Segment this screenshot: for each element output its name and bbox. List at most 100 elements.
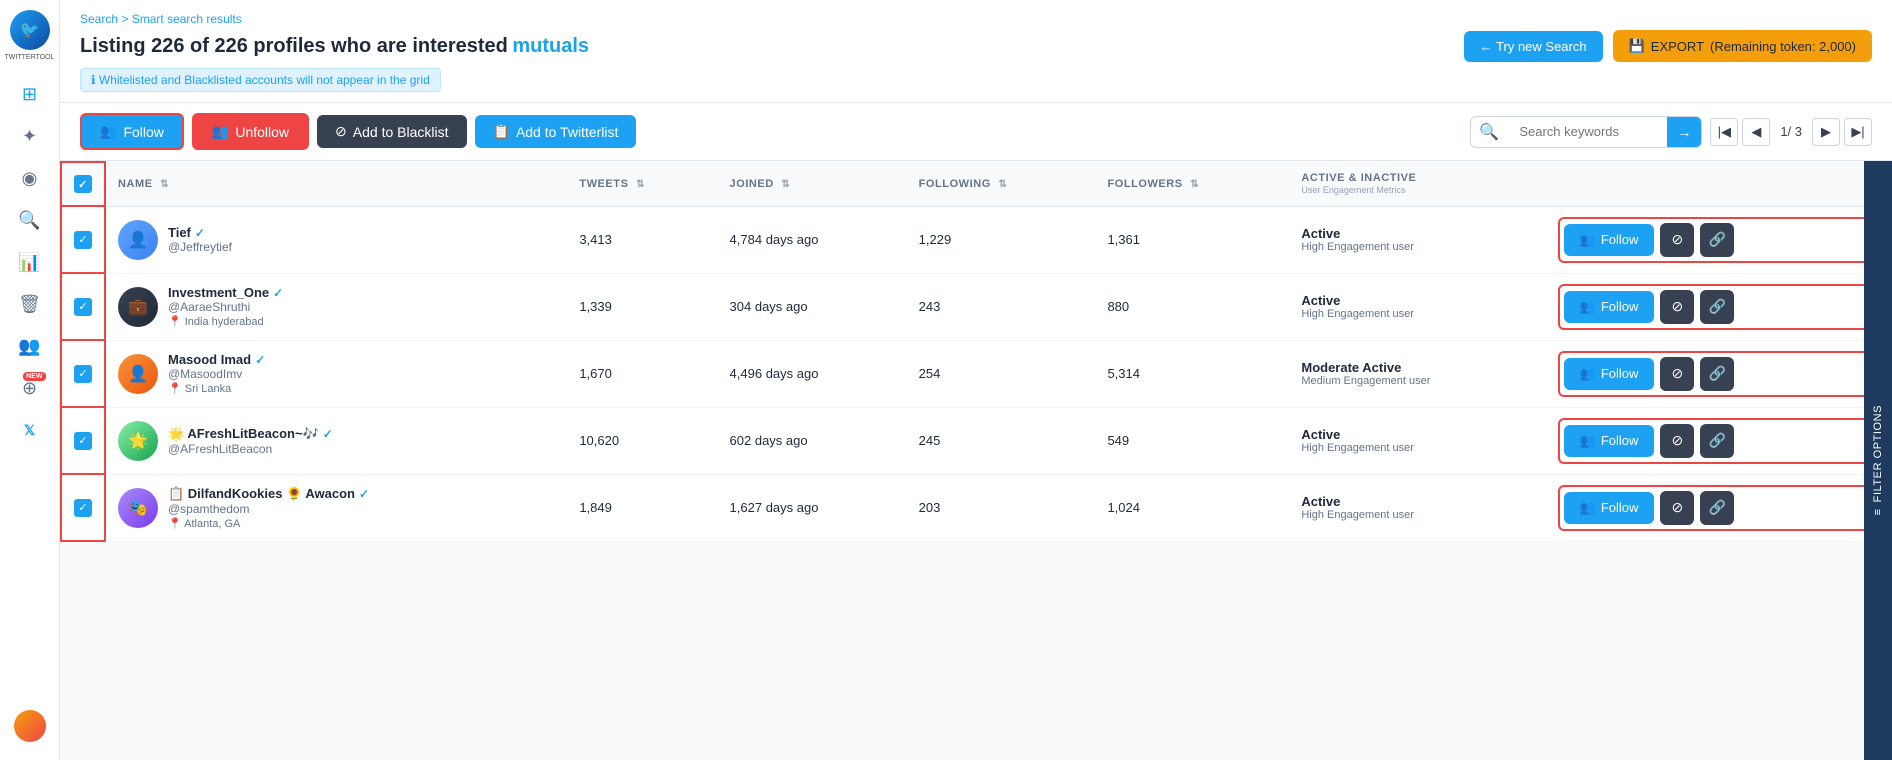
col-following: FOLLOWING ⇅ bbox=[907, 162, 1096, 206]
user-info: Masood Imad ✓ @MasoodImv 📍 Sri Lanka bbox=[168, 352, 265, 395]
export-label: EXPORT bbox=[1651, 39, 1704, 54]
select-all-checkbox[interactable]: ✓ bbox=[74, 175, 92, 193]
title-row: Listing 226 of 226 profiles who are inte… bbox=[80, 30, 1872, 62]
sidebar-item-analytics[interactable]: ◉ bbox=[12, 160, 48, 196]
bulk-unfollow-button[interactable]: 👥 Unfollow bbox=[192, 113, 309, 150]
filter-options-panel[interactable]: ≡ FILTER OPTIONS bbox=[1864, 161, 1892, 760]
row-following: 203 bbox=[907, 474, 1096, 541]
ban-button[interactable]: ⊘ bbox=[1660, 223, 1694, 257]
user-handle[interactable]: @MasoodImv bbox=[168, 367, 265, 381]
follow-button[interactable]: 👥 Follow bbox=[1564, 358, 1655, 390]
main-content: Search > Smart search results Listing 22… bbox=[60, 0, 1892, 760]
row-checkbox-cell: ✓ bbox=[61, 340, 105, 407]
page-first-button[interactable]: |◀ bbox=[1710, 118, 1738, 146]
sidebar-item-activity[interactable]: ⊕ NEW bbox=[12, 370, 48, 406]
row-actions-cell: 👥 Follow ⊘ 🔗 bbox=[1546, 474, 1892, 541]
row-followers: 880 bbox=[1095, 273, 1289, 340]
search-go-button[interactable]: → bbox=[1667, 117, 1701, 147]
header: Search > Smart search results Listing 22… bbox=[60, 0, 1892, 103]
bulk-blacklist-button[interactable]: ⊘ Add to Blacklist bbox=[317, 115, 466, 148]
user-name: Tief ✓ bbox=[168, 225, 232, 240]
user-name: Masood Imad ✓ bbox=[168, 352, 265, 367]
app-logo: 🐦 bbox=[10, 10, 50, 50]
page-next-button[interactable]: ▶ bbox=[1812, 118, 1840, 146]
bulk-follow-button[interactable]: 👥 Follow bbox=[80, 113, 184, 150]
row-joined: 602 days ago bbox=[718, 407, 907, 474]
follow-icon: 👥 bbox=[100, 123, 117, 140]
blacklist-icon: ⊘ bbox=[335, 123, 347, 140]
row-checkbox[interactable]: ✓ bbox=[74, 365, 92, 383]
breadcrumb: Search > Smart search results bbox=[80, 12, 1872, 26]
user-name: 🌟 AFreshLitBeacon~🎶 ✓ bbox=[168, 426, 333, 442]
page-title: Listing 226 of 226 profiles who are inte… bbox=[80, 35, 589, 58]
sort-arrows-followers[interactable]: ⇅ bbox=[1190, 179, 1199, 190]
row-activity: Active High Engagement user bbox=[1289, 407, 1545, 474]
search-input[interactable] bbox=[1507, 117, 1667, 146]
user-handle[interactable]: @Jeffreytief bbox=[168, 240, 232, 254]
sort-arrows-joined[interactable]: ⇅ bbox=[781, 179, 790, 190]
twitterlist-label: Add to Twitterlist bbox=[516, 124, 618, 140]
page-prev-button[interactable]: ◀ bbox=[1742, 118, 1770, 146]
unfollow-icon: 👥 bbox=[212, 123, 229, 140]
sidebar-item-twitter[interactable]: 𝕏 bbox=[12, 412, 48, 448]
sidebar-item-dashboard[interactable]: ⊞ bbox=[12, 76, 48, 112]
follow-button[interactable]: 👥 Follow bbox=[1564, 291, 1655, 323]
row-tweets: 1,670 bbox=[567, 340, 717, 407]
row-name-cell: 🌟 🌟 AFreshLitBeacon~🎶 ✓ @AFreshLitBeacon bbox=[105, 407, 567, 474]
sidebar-item-users[interactable]: 👥 bbox=[12, 328, 48, 364]
sidebar-item-network[interactable]: ✦ bbox=[12, 118, 48, 154]
user-avatar[interactable] bbox=[14, 710, 46, 742]
engagement-status: Active bbox=[1301, 293, 1533, 308]
ban-button[interactable]: ⊘ bbox=[1660, 424, 1694, 458]
user-info: Investment_One ✓ @AaraeShruthi 📍 India h… bbox=[168, 285, 283, 328]
user-handle[interactable]: @AaraeShruthi bbox=[168, 300, 283, 314]
row-checkbox[interactable]: ✓ bbox=[74, 298, 92, 316]
row-name-cell: 💼 Investment_One ✓ @AaraeShruthi 📍 India… bbox=[105, 273, 567, 340]
col-joined: JOINED ⇅ bbox=[718, 162, 907, 206]
follow-button[interactable]: 👥 Follow bbox=[1564, 492, 1655, 524]
link-button[interactable]: 🔗 bbox=[1700, 357, 1734, 391]
engagement-desc: Medium Engagement user bbox=[1301, 375, 1533, 387]
bulk-twitterlist-button[interactable]: 📋 Add to Twitterlist bbox=[475, 115, 637, 148]
toolbar: 👥 Follow 👥 Unfollow ⊘ Add to Blacklist 📋… bbox=[60, 103, 1892, 161]
table-row: ✓ 👤 Tief ✓ @Jeffreytief 3,413 4,784 d bbox=[61, 206, 1892, 273]
row-name-cell: 👤 Masood Imad ✓ @MasoodImv 📍 Sri Lanka bbox=[105, 340, 567, 407]
user-name: Investment_One ✓ bbox=[168, 285, 283, 300]
row-tweets: 3,413 bbox=[567, 206, 717, 273]
export-icon: 💾 bbox=[1629, 38, 1645, 54]
link-button[interactable]: 🔗 bbox=[1700, 491, 1734, 525]
export-button[interactable]: 💾 EXPORT (Remaining token: 2,000) bbox=[1613, 30, 1872, 62]
link-button[interactable]: 🔗 bbox=[1700, 424, 1734, 458]
ban-button[interactable]: ⊘ bbox=[1660, 491, 1694, 525]
breadcrumb-root[interactable]: Search bbox=[80, 12, 118, 26]
link-button[interactable]: 🔗 bbox=[1700, 290, 1734, 324]
row-checkbox[interactable]: ✓ bbox=[74, 499, 92, 517]
page-last-button[interactable]: ▶| bbox=[1844, 118, 1872, 146]
sort-arrows-tweets[interactable]: ⇅ bbox=[636, 179, 645, 190]
ban-button[interactable]: ⊘ bbox=[1660, 357, 1694, 391]
sidebar-item-bar[interactable]: 📊 bbox=[12, 244, 48, 280]
row-checkbox[interactable]: ✓ bbox=[74, 231, 92, 249]
try-new-search-button[interactable]: ← Try new Search bbox=[1464, 31, 1603, 62]
engagement-status: Active bbox=[1301, 427, 1533, 442]
sort-arrows-following[interactable]: ⇅ bbox=[998, 179, 1007, 190]
user-avatar: 🎭 bbox=[118, 488, 158, 528]
sidebar-item-search[interactable]: 🔍 bbox=[12, 202, 48, 238]
row-checkbox[interactable]: ✓ bbox=[74, 432, 92, 450]
row-following: 1,229 bbox=[907, 206, 1096, 273]
follow-icon: 👥 bbox=[1580, 500, 1596, 516]
engagement-desc: High Engagement user bbox=[1301, 241, 1533, 253]
sort-arrows-name[interactable]: ⇅ bbox=[160, 179, 169, 190]
user-info: 🌟 AFreshLitBeacon~🎶 ✓ @AFreshLitBeacon bbox=[168, 426, 333, 456]
user-handle[interactable]: @AFreshLitBeacon bbox=[168, 442, 333, 456]
row-following: 243 bbox=[907, 273, 1096, 340]
follow-button[interactable]: 👥 Follow bbox=[1564, 425, 1655, 457]
row-tweets: 10,620 bbox=[567, 407, 717, 474]
follow-button[interactable]: 👥 Follow bbox=[1564, 224, 1655, 256]
table-row: ✓ 👤 Masood Imad ✓ @MasoodImv 📍 Sri Lanka… bbox=[61, 340, 1892, 407]
link-button[interactable]: 🔗 bbox=[1700, 223, 1734, 257]
engagement-status: Active bbox=[1301, 226, 1533, 241]
sidebar-item-trash[interactable]: 🗑 bbox=[12, 286, 48, 322]
ban-button[interactable]: ⊘ bbox=[1660, 290, 1694, 324]
user-handle[interactable]: @spamthedom bbox=[168, 502, 369, 516]
